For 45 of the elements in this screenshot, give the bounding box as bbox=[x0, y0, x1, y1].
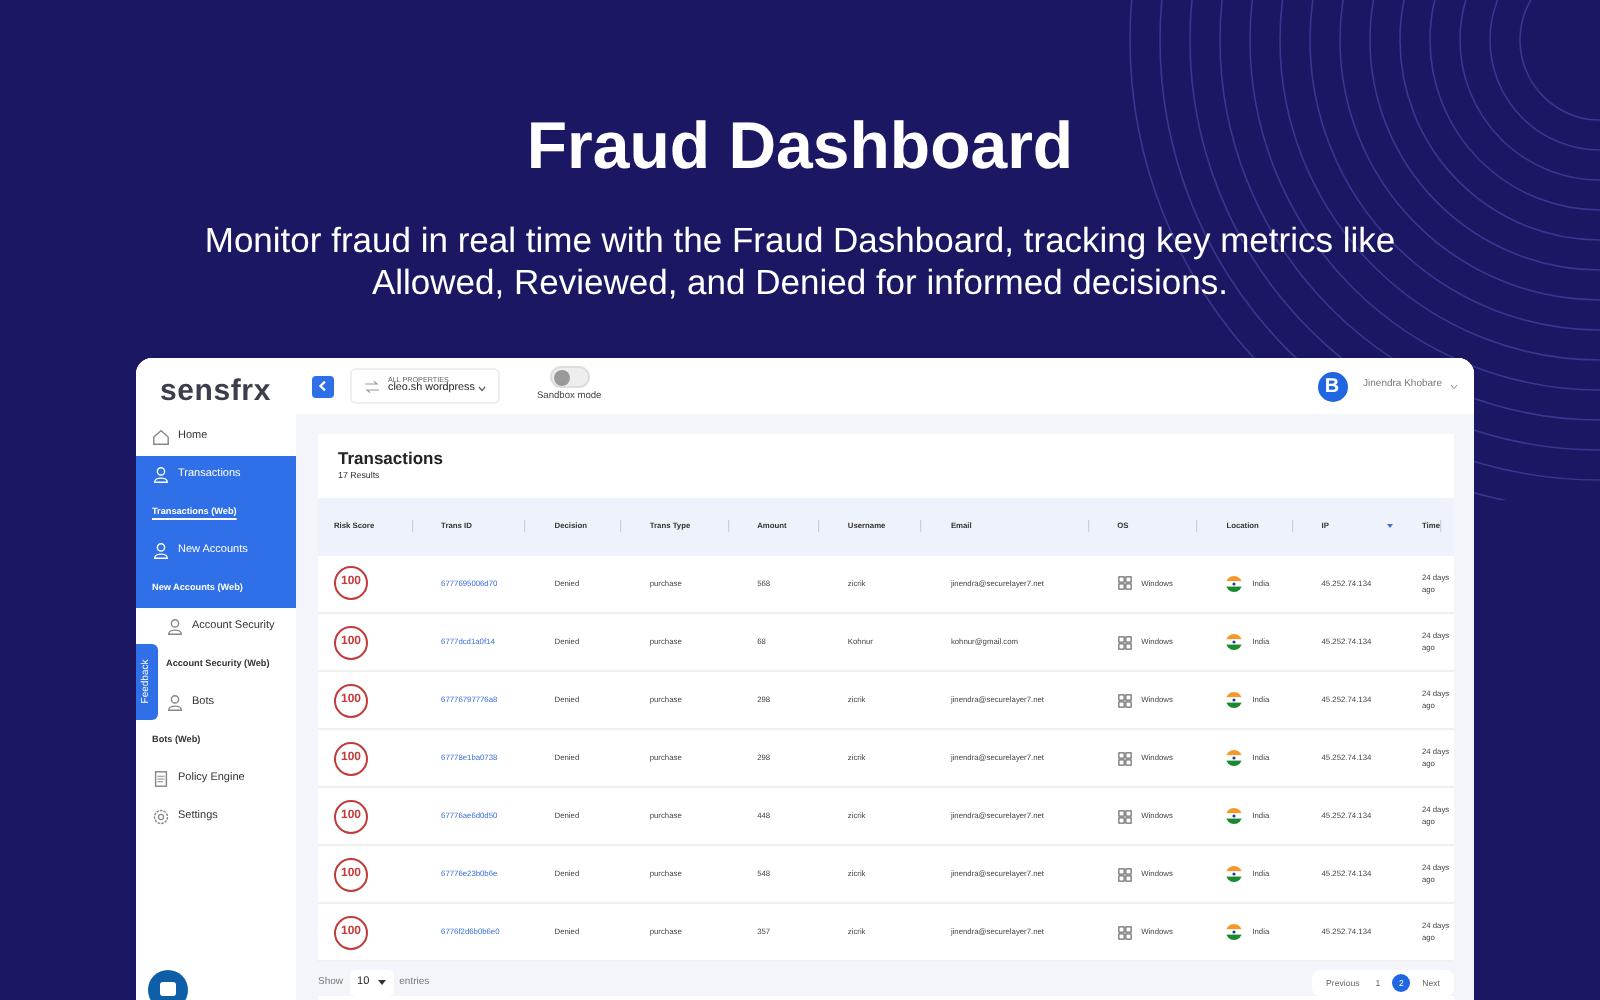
column-divider-icon bbox=[1087, 520, 1090, 533]
caret-icon bbox=[377, 980, 386, 987]
windows-icon bbox=[1117, 693, 1132, 708]
page-subtitle: Monitor fraud in real time with the Fraud Dashboard, tracking key metrics like Allowed, Reviewed, and Denied for informed decisions. bbox=[202, 220, 1398, 304]
windows-icon bbox=[1117, 867, 1132, 882]
chevron-left-icon bbox=[318, 380, 328, 392]
person-icon bbox=[166, 694, 184, 712]
column-divider-icon bbox=[619, 520, 622, 533]
flag-icon bbox=[1226, 750, 1243, 767]
back-button[interactable] bbox=[312, 375, 334, 397]
gear-icon bbox=[152, 808, 170, 826]
flag-icon bbox=[1226, 692, 1243, 709]
windows-icon bbox=[1117, 751, 1132, 766]
windows-icon bbox=[1117, 809, 1132, 824]
column-divider-icon bbox=[411, 520, 414, 533]
column-divider-icon bbox=[1291, 520, 1294, 533]
windows-icon bbox=[1117, 925, 1132, 940]
person-icon bbox=[152, 542, 170, 560]
person-icon bbox=[152, 466, 170, 484]
column-divider-icon bbox=[920, 520, 923, 533]
caret-icon bbox=[1450, 383, 1458, 389]
caret-icon bbox=[478, 386, 487, 393]
flag-icon bbox=[1226, 575, 1243, 592]
column-divider-icon bbox=[727, 520, 730, 533]
column-divider-icon bbox=[1440, 520, 1442, 533]
flag-icon bbox=[1226, 634, 1243, 651]
swap-arrows-icon bbox=[364, 379, 380, 393]
sort-icon bbox=[1385, 522, 1394, 531]
sandbox-toggle[interactable] bbox=[549, 366, 590, 389]
person-icon bbox=[166, 618, 184, 636]
home-icon bbox=[152, 428, 170, 446]
flag-icon bbox=[1226, 808, 1243, 825]
column-divider-icon bbox=[817, 520, 820, 533]
windows-icon bbox=[1117, 576, 1132, 591]
column-divider-icon bbox=[524, 520, 527, 533]
user-avatar[interactable]: B bbox=[1317, 371, 1348, 401]
card-title: Transactions bbox=[336, 446, 445, 468]
flag-icon bbox=[1226, 866, 1243, 883]
windows-icon bbox=[1117, 635, 1132, 650]
document-icon bbox=[152, 770, 170, 788]
flag-icon bbox=[1226, 924, 1243, 941]
column-divider-icon bbox=[1196, 520, 1199, 533]
page-title: Fraud Dashboard bbox=[524, 106, 1076, 186]
logo: sensfrx bbox=[158, 372, 273, 412]
chat-icon[interactable] bbox=[148, 970, 188, 1000]
